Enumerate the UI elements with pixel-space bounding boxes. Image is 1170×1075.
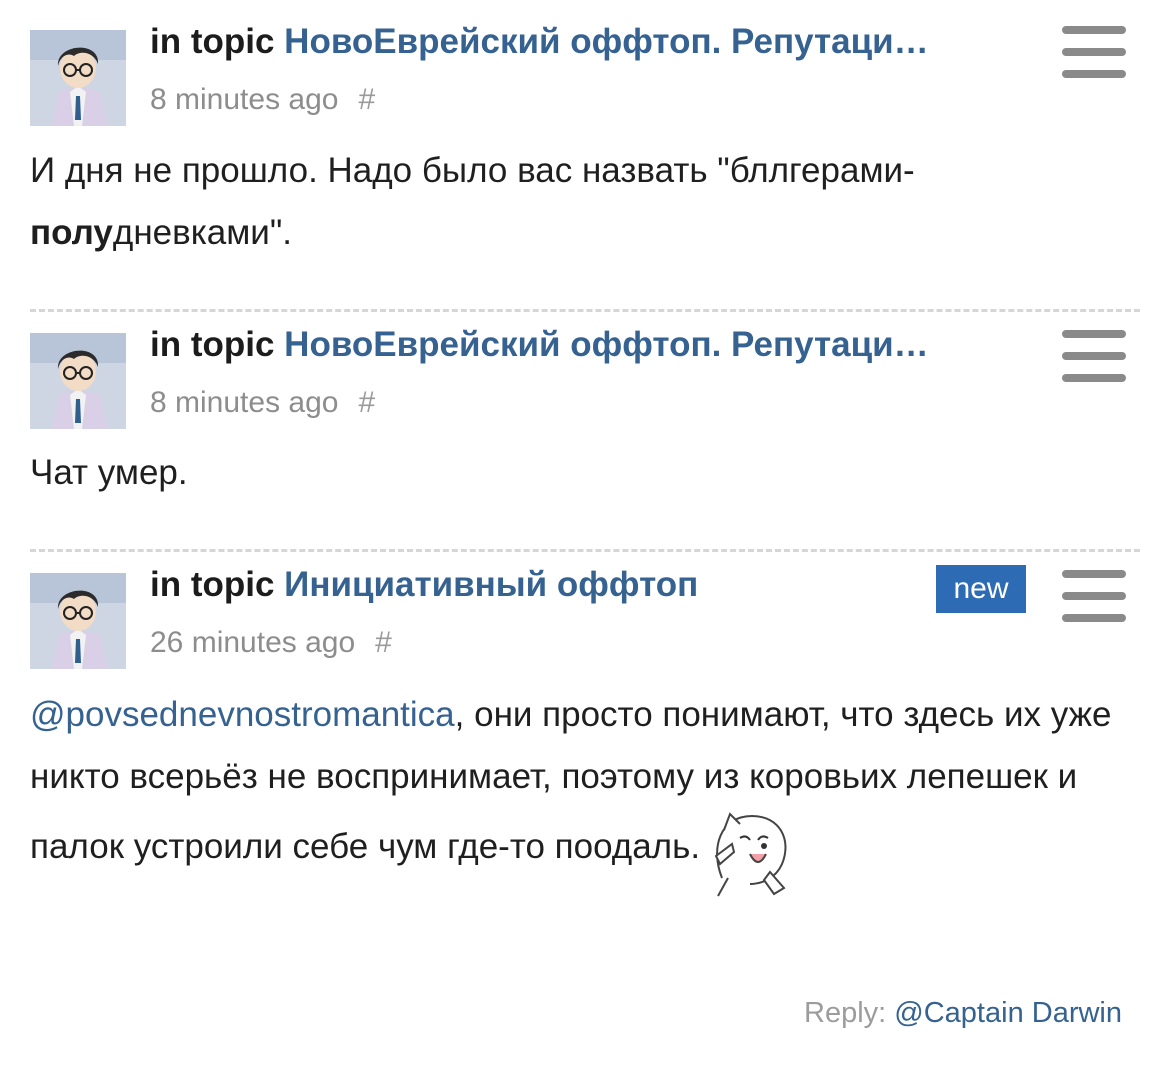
post-body: @povsednevnostromantica, они просто пони… [30,684,1140,898]
post-body: И дня не прошло. Надо было вас назвать "… [30,151,915,252]
author-avatar[interactable] [30,333,126,429]
hamburger-menu-icon [1062,330,1126,338]
reply-line: Reply: @Captain Darwin [804,997,1122,1030]
hamburger-menu-icon [1062,570,1126,578]
reply-label: Reply: [804,997,887,1029]
permalink-hash[interactable]: # [358,83,375,116]
post-meta: 8 minutes ago # [150,82,375,118]
permalink-hash[interactable]: # [358,386,375,419]
post-body: Чат умер. [30,453,188,492]
post-time[interactable]: 26 minutes ago [150,626,355,659]
new-badge: new [936,565,1026,613]
topic-link[interactable]: НовоЕврейский оффтоп. Репутаци… [284,22,928,61]
post-menu-button[interactable] [1062,570,1126,622]
author-avatar[interactable] [30,30,126,126]
topic-prefix: in topic [150,325,275,364]
post-topic-line: in topic Инициативный оффтоп [150,563,910,607]
topic-link[interactable]: Инициативный оффтоп [284,565,698,604]
post-meta: 26 minutes ago # [150,625,392,661]
permalink-hash[interactable]: # [375,626,392,659]
reply-user-link[interactable]: @Captain Darwin [894,997,1122,1029]
post-meta: 8 minutes ago # [150,385,375,421]
smiling-cat-sticker-icon [714,812,787,897]
post-menu-button[interactable] [1062,26,1126,78]
post-divider [30,549,1140,552]
topic-prefix: in topic [150,565,275,604]
author-avatar[interactable] [30,573,126,669]
user-mention-link[interactable]: @povsednevnostromantica [30,695,455,734]
post-topic-line: in topic НовоЕврейский оффтоп. Репутаци… [150,20,1020,64]
topic-link[interactable]: НовоЕврейский оффтоп. Репутаци… [284,325,928,364]
post-time[interactable]: 8 minutes ago [150,83,338,116]
post-menu-button[interactable] [1062,330,1126,382]
topic-prefix: in topic [150,22,275,61]
hamburger-menu-icon [1062,26,1126,34]
post-topic-line: in topic НовоЕврейский оффтоп. Репутаци… [150,323,1020,367]
post-time[interactable]: 8 minutes ago [150,386,338,419]
post-divider [30,309,1140,312]
